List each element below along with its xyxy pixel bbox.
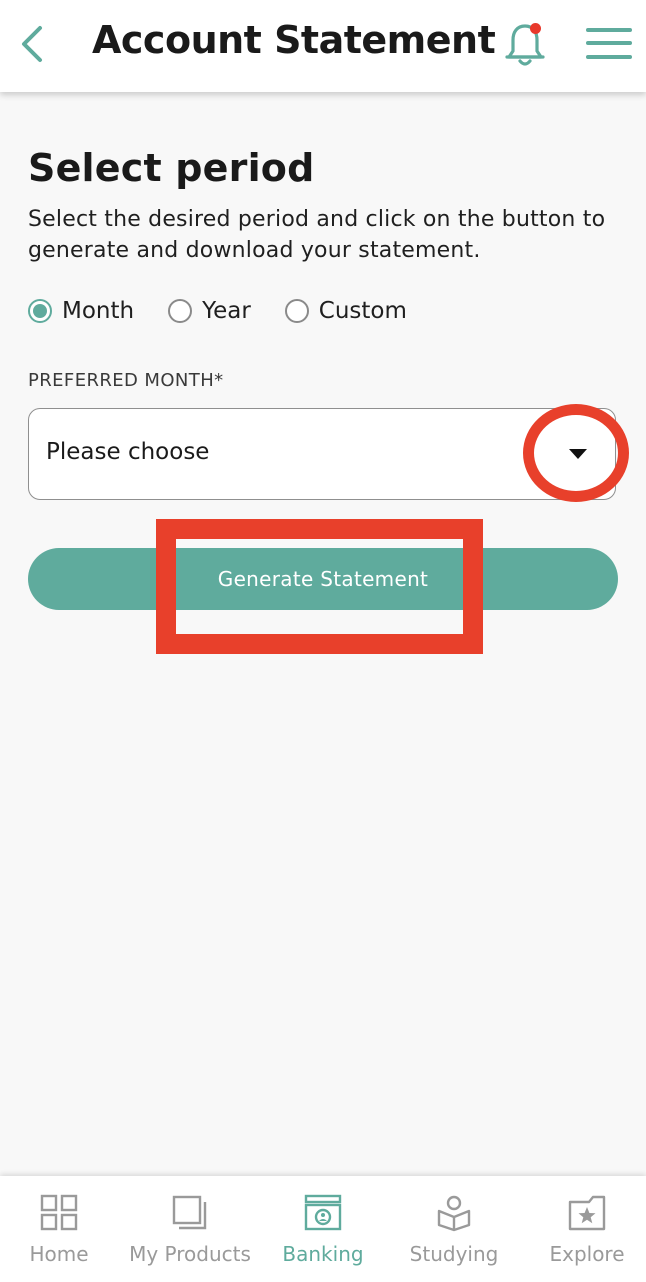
section-description: Select the desired period and click on t… bbox=[28, 207, 606, 263]
bottom-tab-bar: Home My Products Banking Studying Explor… bbox=[0, 1176, 646, 1282]
radio-year[interactable]: Year bbox=[168, 298, 251, 324]
preferred-month-label: PREFERRED MONTH* bbox=[28, 370, 224, 391]
tab-label: Explore bbox=[549, 1242, 625, 1266]
tab-explore[interactable]: Explore bbox=[544, 1176, 630, 1282]
notifications-button[interactable] bbox=[502, 20, 548, 70]
annotation-circle bbox=[523, 404, 629, 502]
tab-banking[interactable]: Banking bbox=[280, 1176, 366, 1282]
tab-studying[interactable]: Studying bbox=[404, 1176, 504, 1282]
top-app-bar: Account Statement bbox=[0, 0, 646, 92]
radio-label: Custom bbox=[318, 298, 407, 324]
radio-label: Month bbox=[62, 298, 135, 324]
tab-label: Banking bbox=[282, 1242, 364, 1266]
app-screen: Account Statement Select period Select t… bbox=[0, 0, 646, 1282]
radio-month[interactable]: Month bbox=[28, 298, 134, 324]
statement-form: Select period Select the desired period … bbox=[28, 92, 618, 610]
section-title: Select period bbox=[28, 146, 315, 190]
tab-my-products[interactable]: My Products bbox=[122, 1176, 258, 1282]
tab-label: Studying bbox=[409, 1242, 499, 1266]
tab-home[interactable]: Home bbox=[24, 1176, 94, 1282]
annotation-rectangle bbox=[156, 519, 483, 654]
bell-icon bbox=[505, 24, 545, 66]
notification-badge bbox=[530, 23, 541, 34]
page-title: Account Statement bbox=[92, 18, 496, 62]
radio-custom[interactable]: Custom bbox=[284, 298, 407, 324]
select-value: Please choose bbox=[46, 439, 210, 465]
menu-button[interactable] bbox=[584, 24, 634, 64]
radio-button-checked[interactable] bbox=[28, 299, 52, 323]
stacked-cards-icon bbox=[172, 1195, 207, 1230]
tab-label: Home bbox=[29, 1242, 89, 1266]
tab-label: My Products bbox=[129, 1242, 251, 1266]
radio-button-unchecked[interactable] bbox=[284, 299, 309, 323]
radio-label: Year bbox=[202, 298, 251, 324]
folder-star-icon bbox=[568, 1195, 606, 1231]
book-person-icon bbox=[437, 1195, 471, 1232]
period-radio-group: Month Year Custom bbox=[28, 298, 441, 324]
back-button[interactable] bbox=[12, 22, 52, 66]
grid-icon bbox=[40, 1194, 78, 1231]
radio-button-unchecked[interactable] bbox=[168, 299, 193, 323]
banking-icon bbox=[304, 1194, 342, 1231]
chevron-left-icon bbox=[22, 26, 42, 62]
